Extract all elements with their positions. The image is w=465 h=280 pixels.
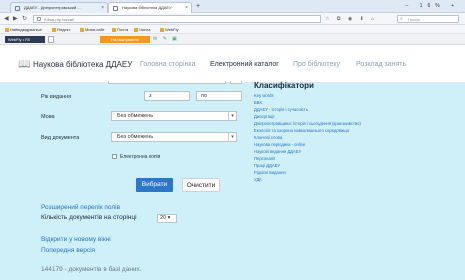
window-controls[interactable]: – 16% + <box>406 1 460 11</box>
language-value: Без обмежень <box>117 113 154 119</box>
classifier-link[interactable]: УДК <box>254 177 262 182</box>
doc-count-select[interactable]: 20 ▾ <box>157 214 177 223</box>
search-placeholder: Пошук <box>408 17 421 22</box>
addon-settings-button[interactable]: Налаштування <box>100 36 150 43</box>
addon-webfly[interactable]: WebFly • F8 <box>5 36 45 43</box>
doc-total-footer: 144179 - документів в базі даних. <box>41 266 142 273</box>
classifier-link[interactable]: Ключові слова <box>254 135 282 140</box>
bookmark-item[interactable]: Почта <box>112 25 128 34</box>
addon-icons[interactable]: ✉ ✎ ▣ <box>153 36 179 43</box>
bookmark-item[interactable]: WebFly <box>160 25 178 34</box>
search-button[interactable]: Вибрати <box>136 178 173 192</box>
nav-item-catalog[interactable]: Електронний каталог <box>210 60 279 70</box>
bookmark-item[interactable]: Мини-сайт <box>80 25 105 34</box>
bookmark-icon <box>80 27 84 32</box>
browser-window: ДДАЕУ - Дніпропетровський ... × Наукова … <box>0 0 465 280</box>
year-to-input[interactable]: по <box>196 91 242 101</box>
classifier-link[interactable]: Дисертації <box>254 114 275 119</box>
bookmark-icon <box>52 27 56 32</box>
search-input-partial[interactable] <box>230 81 242 84</box>
nav-item-about[interactable]: Про бібліотеку <box>293 60 340 70</box>
close-icon[interactable]: × <box>101 3 104 13</box>
site-header: 📖 Наукова бібліотека ДДАЕУ Головна сторі… <box>0 45 465 83</box>
search-input-partial[interactable] <box>108 81 226 84</box>
classifier-link[interactable]: Екологія та охорона навколишнього середо… <box>254 128 349 133</box>
doctype-value: Без обмежень <box>117 134 154 140</box>
addon-toolbar: WebFly • F8 Налаштування ✉ ✎ ▣ <box>0 34 465 45</box>
catalog-content: Рік видання з по Мова Без обмежень ▾ Вид… <box>0 81 465 280</box>
clear-button[interactable]: Очистити <box>182 178 220 192</box>
page-icon <box>113 6 118 11</box>
bookmark-icon <box>134 27 138 32</box>
nav-item-schedule[interactable]: Розклад занять <box>356 60 406 70</box>
bookmark-item[interactable]: Найвідвідуваніші <box>5 25 42 34</box>
doc-count-label: Кількість документів на сторінці <box>41 214 137 221</box>
classifier-link[interactable]: Праці ДДАЕУ <box>254 163 280 168</box>
bookmark-item[interactable]: Числа <box>134 25 150 34</box>
toolbar-icons[interactable]: ☆ ⧉ ◉ ⬇ ⌂ <box>325 14 377 24</box>
browser-tab-library[interactable]: Наукова бібліотека ДДАЕУ × <box>108 2 192 13</box>
classifier-link[interactable]: Персоналії <box>254 156 275 161</box>
site-title[interactable]: Наукова бібліотека ДДАЕУ <box>33 59 132 71</box>
nav-item-home[interactable]: Головна сторінка <box>140 60 195 70</box>
year-label: Рік видання <box>41 94 72 100</box>
classifiers-title: Класифікатори <box>254 81 314 90</box>
classifier-link[interactable]: Key words <box>254 93 274 98</box>
bookmark-icon <box>5 27 9 32</box>
classifier-link[interactable]: Наукові видання ДДАЕУ <box>254 149 301 154</box>
chevron-down-icon: ▾ <box>167 215 171 221</box>
url-text: li.dsau.dp.ua/cat/ <box>44 17 75 22</box>
language-select[interactable]: Без обмежень ▾ <box>111 111 237 121</box>
bookmarks-bar: Найвідвідуваніші Яндекс Мини-сайт Почта … <box>0 25 465 34</box>
tab-title: Наукова бібліотека ДДАЕУ <box>122 5 172 10</box>
prev-version-link[interactable]: Попередня версія <box>41 246 95 255</box>
back-arrow-icon[interactable]: ◀ <box>4 14 9 24</box>
search-icon: ⌕ <box>400 16 403 22</box>
address-bar[interactable]: li.dsau.dp.ua/cat/ <box>33 15 321 23</box>
tab-title: ДДАЕУ - Дніпропетровський ... <box>24 5 81 10</box>
browser-navbar: ◀ ▶ ↻ li.dsau.dp.ua/cat/ ☆ ⧉ ◉ ⬇ ⌂ ⌕ Пош… <box>0 13 465 25</box>
classifier-link[interactable]: ББК <box>254 100 262 105</box>
classifier-link[interactable]: Наукова періодика - online <box>254 142 305 147</box>
classifier-link[interactable]: ДДАЕУ - історія і сучасність <box>254 107 308 112</box>
new-tab-button[interactable]: + <box>196 2 200 11</box>
page-icon <box>15 6 20 11</box>
globe-icon <box>37 17 41 21</box>
reload-icon[interactable]: ↻ <box>22 14 27 24</box>
open-new-window-link[interactable]: Відкрити у новому вікні <box>41 235 111 244</box>
book-icon: 📖 <box>18 59 31 70</box>
close-icon[interactable]: × <box>185 3 188 13</box>
browser-tab-ddaeu[interactable]: ДДАЕУ - Дніпропетровський ... × <box>10 2 108 13</box>
browser-search-input[interactable]: ⌕ Пошук <box>397 15 459 23</box>
addon-dropdown[interactable] <box>48 36 54 43</box>
doctype-label: Вид документа <box>41 135 80 141</box>
doc-count-value: 20 <box>160 215 167 221</box>
bookmark-icon <box>112 27 116 32</box>
browser-titlebar: ДДАЕУ - Дніпропетровський ... × Наукова … <box>0 0 465 13</box>
year-from-input[interactable]: з <box>144 91 190 101</box>
chevron-down-icon: ▾ <box>228 112 236 120</box>
language-label: Мова <box>41 114 55 120</box>
checkbox-icon[interactable] <box>112 154 117 160</box>
ecopy-checkbox[interactable]: Електронна копія <box>112 153 160 161</box>
chevron-down-icon: ▾ <box>228 133 236 141</box>
forward-arrow-icon[interactable]: ▶ <box>13 14 18 24</box>
classifier-link[interactable]: Рідкісні видання <box>254 170 286 175</box>
bookmark-item[interactable]: Яндекс <box>52 25 70 34</box>
extended-fields-link[interactable]: Розширений перелік полів <box>41 203 120 212</box>
doctype-select[interactable]: Без обмежень ▾ <box>111 132 237 142</box>
bookmark-icon <box>160 27 164 32</box>
ecopy-label: Електронна копія <box>120 154 161 160</box>
classifier-link[interactable]: Дніпропетровщина: історія і сьогодення (… <box>254 121 361 126</box>
